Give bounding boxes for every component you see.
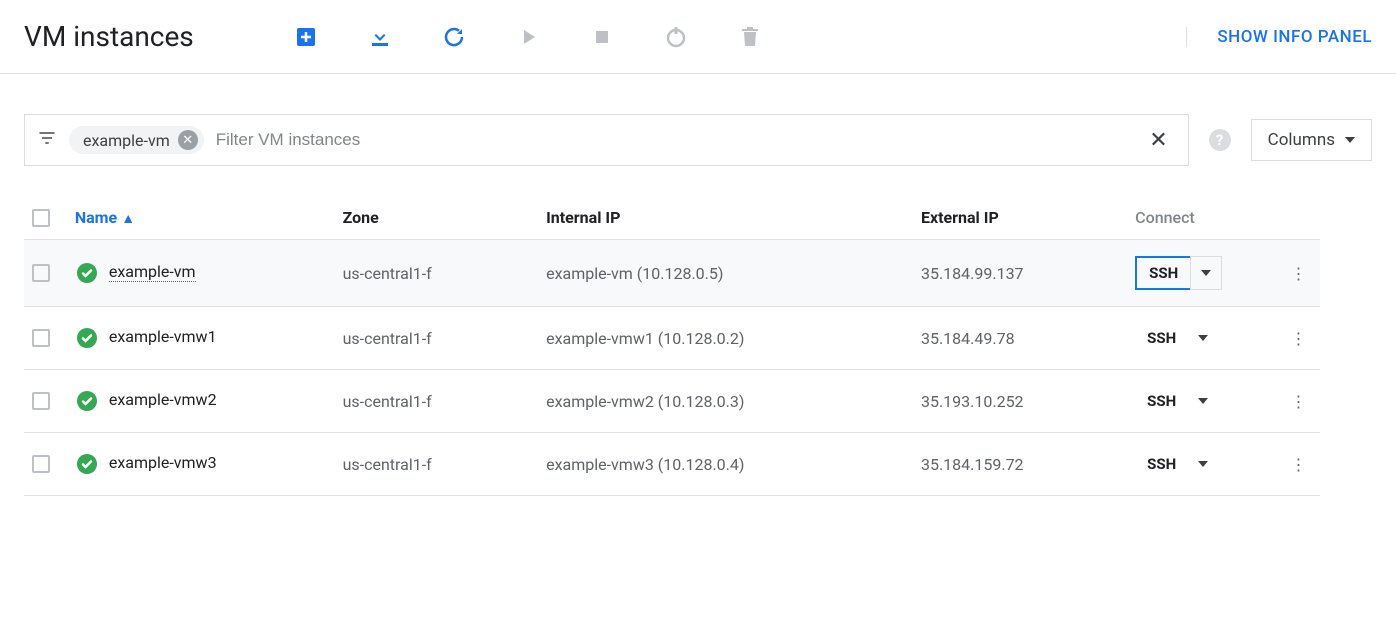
ssh-dropdown-icon[interactable] xyxy=(1188,449,1218,479)
ssh-dropdown-icon[interactable] xyxy=(1190,256,1222,290)
zone-cell: us-central1-f xyxy=(335,240,539,307)
internal-ip-cell: example-vm (10.128.0.5) xyxy=(538,240,913,307)
columns-label: Columns xyxy=(1268,130,1335,150)
zone-cell: us-central1-f xyxy=(335,433,539,496)
table-row: example-vmw2 us-central1-fexample-vmw2 (1… xyxy=(24,370,1320,433)
status-running-icon xyxy=(75,326,99,350)
filter-box: example-vm ✕ ✕ xyxy=(24,114,1189,166)
more-options-icon[interactable]: ⋮ xyxy=(1277,240,1320,307)
chip-remove-icon[interactable]: ✕ xyxy=(178,130,198,150)
ssh-dropdown-icon[interactable] xyxy=(1188,323,1218,353)
status-running-icon xyxy=(75,452,99,476)
table-row: example-vmw3 us-central1-fexample-vmw3 (1… xyxy=(24,433,1320,496)
internal-ip-cell: example-vmw1 (10.128.0.2) xyxy=(538,307,913,370)
clear-filter-icon[interactable]: ✕ xyxy=(1141,128,1175,153)
status-running-icon xyxy=(75,389,99,413)
external-ip-cell: 35.193.10.252 xyxy=(913,370,1127,433)
filter-icon xyxy=(37,128,57,152)
filter-input[interactable] xyxy=(216,130,1130,150)
internal-ip-cell: example-vmw3 (10.128.0.4) xyxy=(538,433,913,496)
delete-icon[interactable] xyxy=(738,25,762,49)
row-checkbox[interactable] xyxy=(32,264,50,282)
toolbar xyxy=(294,25,762,49)
ssh-button[interactable]: SSH xyxy=(1135,256,1222,290)
chevron-down-icon xyxy=(1345,137,1355,143)
row-checkbox[interactable] xyxy=(32,455,50,473)
table-row: example-vmw1 us-central1-fexample-vmw1 (1… xyxy=(24,307,1320,370)
vm-name-link[interactable]: example-vmw1 xyxy=(109,327,217,346)
ssh-dropdown-icon[interactable] xyxy=(1188,386,1218,416)
col-name[interactable]: Name▲ xyxy=(67,196,335,240)
row-checkbox[interactable] xyxy=(32,329,50,347)
status-running-icon xyxy=(75,261,99,285)
stop-icon[interactable] xyxy=(590,25,614,49)
start-icon[interactable] xyxy=(516,25,540,49)
col-connect: Connect xyxy=(1127,196,1277,240)
zone-cell: us-central1-f xyxy=(335,307,539,370)
internal-ip-cell: example-vmw2 (10.128.0.3) xyxy=(538,370,913,433)
ssh-button[interactable]: SSH xyxy=(1135,449,1218,479)
external-ip-cell: 35.184.99.137 xyxy=(913,240,1127,307)
row-checkbox[interactable] xyxy=(32,392,50,410)
table-row: example-vm us-central1-fexample-vm (10.12… xyxy=(24,240,1320,307)
ssh-button[interactable]: SSH xyxy=(1135,323,1218,353)
col-zone[interactable]: Zone xyxy=(335,196,539,240)
sort-arrow-icon: ▲ xyxy=(121,211,135,227)
ssh-button[interactable]: SSH xyxy=(1135,386,1218,416)
filter-chip-label: example-vm xyxy=(83,131,170,150)
select-all-checkbox[interactable] xyxy=(32,209,50,227)
vm-name-link[interactable]: example-vmw3 xyxy=(109,453,217,472)
create-icon[interactable] xyxy=(294,25,318,49)
zone-cell: us-central1-f xyxy=(335,370,539,433)
page-title: VM instances xyxy=(24,20,194,53)
vm-table: Name▲ Zone Internal IP External IP Conne… xyxy=(24,196,1320,496)
columns-button[interactable]: Columns xyxy=(1251,119,1372,161)
vm-name-link[interactable]: example-vmw2 xyxy=(109,390,217,409)
vm-name-link[interactable]: example-vm xyxy=(109,262,196,282)
help-icon[interactable]: ? xyxy=(1209,129,1231,151)
external-ip-cell: 35.184.49.78 xyxy=(913,307,1127,370)
col-external-ip[interactable]: External IP xyxy=(913,196,1127,240)
more-options-icon[interactable]: ⋮ xyxy=(1277,307,1320,370)
col-internal-ip[interactable]: Internal IP xyxy=(538,196,913,240)
more-options-icon[interactable]: ⋮ xyxy=(1277,433,1320,496)
import-icon[interactable] xyxy=(368,25,392,49)
header: VM instances SHOW INFO PANEL xyxy=(0,0,1396,74)
filter-bar: example-vm ✕ ✕ ? Columns xyxy=(0,74,1396,196)
more-options-icon[interactable]: ⋮ xyxy=(1277,370,1320,433)
reset-icon[interactable] xyxy=(664,25,688,49)
filter-chip[interactable]: example-vm ✕ xyxy=(69,126,204,154)
external-ip-cell: 35.184.159.72 xyxy=(913,433,1127,496)
refresh-icon[interactable] xyxy=(442,25,466,49)
show-info-panel-button[interactable]: SHOW INFO PANEL xyxy=(1186,27,1372,47)
